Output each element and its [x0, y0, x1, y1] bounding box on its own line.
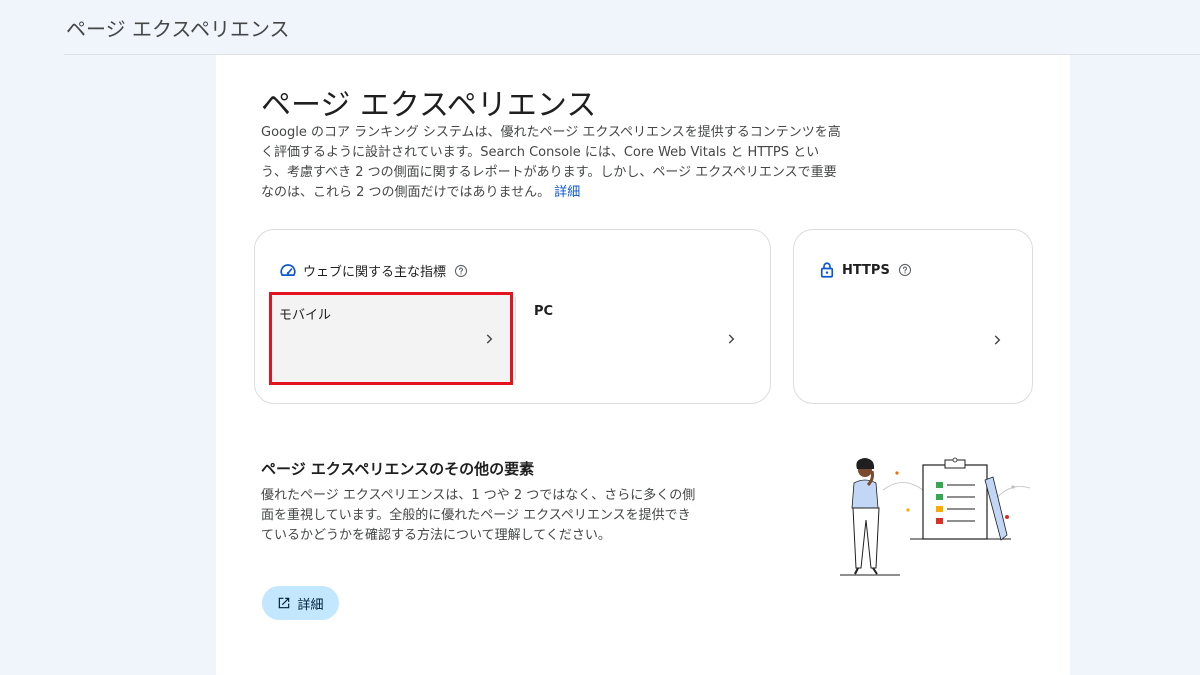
help-icon[interactable] [898, 263, 912, 277]
other-factors-description: 優れたページ エクスペリエンスは、1 つや 2 つではなく、さらに多くの側面を重… [261, 488, 696, 543]
core-web-vitals-card: ウェブに関する主な指標 モバイル PC [254, 229, 771, 404]
cwv-card-title: ウェブに関する主な指標 [303, 265, 447, 280]
learn-more-link[interactable]: 詳細 [554, 185, 580, 200]
details-button-label: 詳細 [297, 597, 324, 613]
other-factors-title: ページ エクスペリエンスのその他の要素 [261, 460, 535, 478]
page-description: Google のコア ランキング システムは、優れたページ エクスペリエンスを提… [261, 123, 841, 203]
pc-tile-label: PC [534, 304, 554, 319]
speed-gauge-icon [279, 262, 297, 280]
description-text: Google のコア ランキング システムは、優れたページ エクスペリエンスを提… [261, 125, 841, 200]
https-card-header: HTTPS [818, 261, 912, 279]
https-card-title: HTTPS [842, 262, 890, 278]
mobile-tile-label: モバイル [279, 308, 332, 323]
pc-report-tile[interactable]: PC [516, 295, 756, 382]
page-title: ページ エクスペリエンス [261, 88, 597, 123]
help-icon[interactable] [454, 264, 468, 278]
chevron-right-icon [990, 332, 1004, 346]
https-report-tile[interactable] [806, 295, 1020, 382]
chevron-right-icon [482, 331, 496, 345]
chevron-right-icon [724, 331, 738, 345]
cwv-card-header: ウェブに関する主な指標 [279, 261, 468, 280]
checklist-illustration [835, 455, 1035, 580]
top-bar: ページ エクスペリエンス [0, 0, 1200, 55]
lock-icon [818, 261, 836, 279]
details-button[interactable]: 詳細 [262, 586, 339, 620]
https-card: HTTPS [793, 229, 1033, 404]
topbar-title: ページ エクスペリエンス [66, 17, 290, 41]
mobile-report-tile[interactable]: モバイル [269, 292, 513, 385]
open-in-new-icon [277, 596, 291, 610]
